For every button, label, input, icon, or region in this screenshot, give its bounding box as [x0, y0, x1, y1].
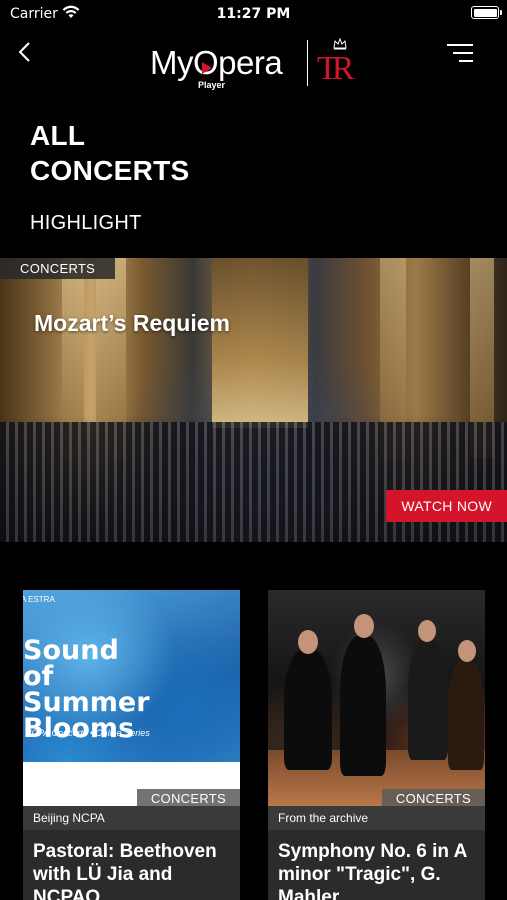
crown-icon — [333, 38, 347, 50]
watch-now-button[interactable]: WATCH NOW — [386, 490, 507, 522]
clock: 11:27 PM — [216, 6, 291, 22]
hero-image-detail — [212, 258, 308, 428]
card-thumbnail — [268, 590, 485, 806]
hero-image-detail — [0, 422, 507, 542]
musician-figure — [340, 636, 386, 776]
musician-figure — [408, 640, 448, 760]
concert-card[interactable]: A ESTRA Sound of Summer Blooms NCPA Conc… — [23, 590, 240, 900]
musician-head — [418, 620, 436, 642]
play-icon — [202, 62, 212, 74]
poster-subtitle: NCPA Concerts • Online Series — [25, 728, 150, 738]
musician-figure — [284, 650, 332, 770]
poster-title: Sound of Summer Blooms — [23, 637, 150, 742]
musician-head — [298, 630, 318, 654]
menu-icon[interactable] — [447, 40, 473, 64]
musician-figure — [448, 660, 484, 770]
back-icon[interactable] — [14, 40, 38, 64]
logo-subtitle: Player — [198, 80, 226, 90]
card-source: From the archive — [268, 806, 485, 830]
logo-divider — [307, 40, 308, 86]
logo-text: MyOpera — [150, 44, 283, 81]
app-header: MyOpera Player TR — [0, 28, 507, 90]
brand-mark: TR — [317, 50, 355, 87]
musician-head — [354, 614, 374, 638]
card-title: Pastoral: Beethoven with LÜ Jia and NCPA… — [33, 841, 217, 900]
page-title-line2: CONCERTS — [30, 155, 190, 186]
app-logo: MyOpera Player TR — [150, 36, 360, 90]
category-badge: CONCERTS — [0, 258, 116, 279]
featured-concert[interactable]: CONCERTS Mozart’s Requiem WATCH NOW — [0, 258, 507, 542]
card-source: Beijing NCPA — [23, 806, 240, 830]
status-bar: Carrier 11:27 PM — [0, 0, 507, 28]
hero-title: Mozart’s Requiem — [34, 310, 230, 336]
card-title: Symphony No. 6 in A minor "Tragic", G. M… — [278, 841, 467, 900]
musician-head — [458, 640, 476, 662]
page-title-line1: ALL — [30, 120, 86, 151]
section-heading: HIGHLIGHT — [30, 212, 142, 234]
concert-card[interactable]: CONCERTS From the archive Symphony No. 6… — [268, 590, 485, 900]
battery-icon — [471, 6, 502, 19]
card-thumbnail: A ESTRA Sound of Summer Blooms NCPA Conc… — [23, 590, 240, 806]
page-title: ALL CONCERTS — [30, 118, 190, 188]
poster-tag: A ESTRA — [23, 595, 55, 604]
